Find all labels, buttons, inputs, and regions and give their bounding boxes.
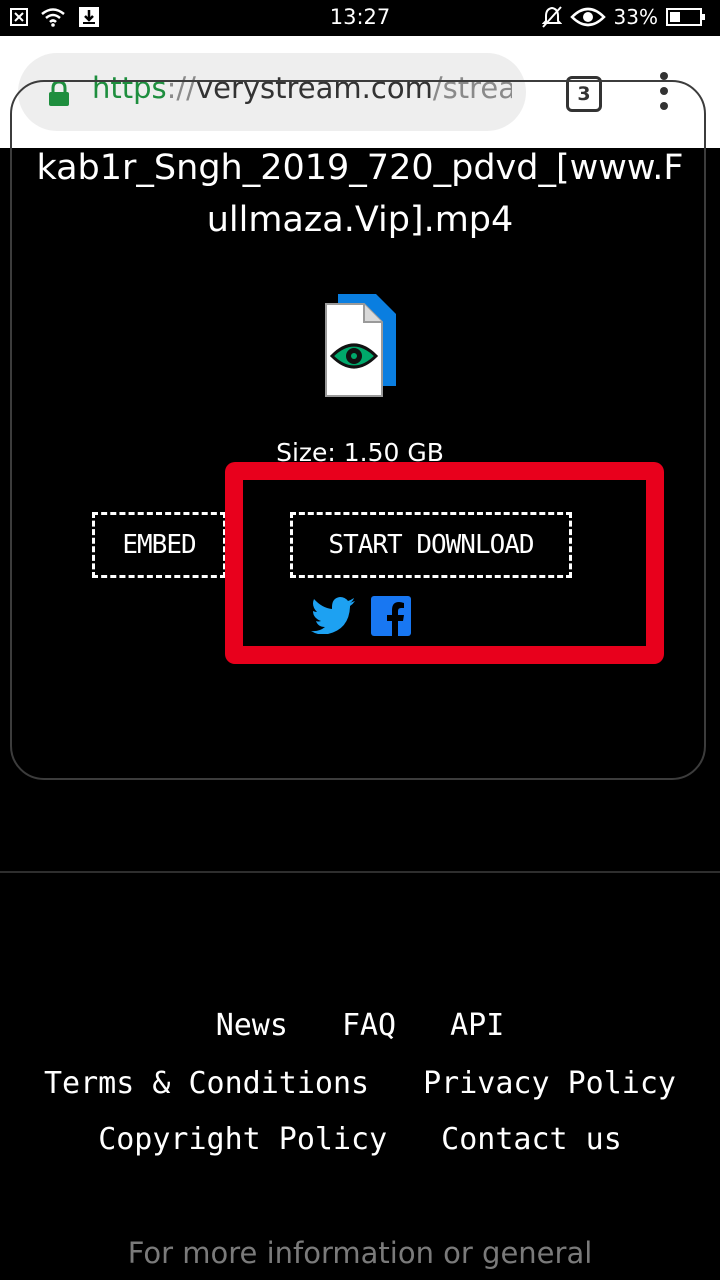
news-link[interactable]: News [216, 1008, 288, 1043]
copyright-link[interactable]: Copyright Policy [98, 1122, 387, 1157]
status-right-icons: 33% [541, 5, 706, 29]
faq-link[interactable]: FAQ [342, 1008, 396, 1043]
embed-button[interactable]: EMBED [92, 512, 226, 578]
footer-row: Copyright Policy Contact us [0, 1122, 720, 1157]
contact-link[interactable]: Contact us [441, 1122, 622, 1157]
start-download-button[interactable]: START DOWNLOAD [290, 512, 572, 578]
battery-icon [666, 8, 705, 26]
mute-icon [541, 6, 562, 28]
battery-percent: 33% [613, 5, 658, 29]
privacy-link[interactable]: Privacy Policy [423, 1066, 676, 1101]
footer-divider [0, 871, 720, 873]
footer-row: Terms & Conditions Privacy Policy [0, 1066, 720, 1101]
eye-comfort-icon [569, 7, 606, 27]
file-view-icon [325, 294, 396, 397]
footer-row: News FAQ API [0, 1008, 720, 1043]
api-link[interactable]: API [450, 1008, 504, 1043]
footer-info-text: For more information or general [127, 1236, 593, 1270]
terms-link[interactable]: Terms & Conditions [44, 1066, 369, 1101]
status-bar: 13:27 33% [0, 0, 720, 36]
twitter-icon[interactable] [310, 596, 356, 634]
facebook-icon[interactable] [371, 596, 411, 636]
file-size: Size: 1.50 GB [276, 438, 444, 467]
file-name: kab1r_Sngh_2019_720_pdvd_[www.Fullmaza.V… [36, 148, 684, 240]
